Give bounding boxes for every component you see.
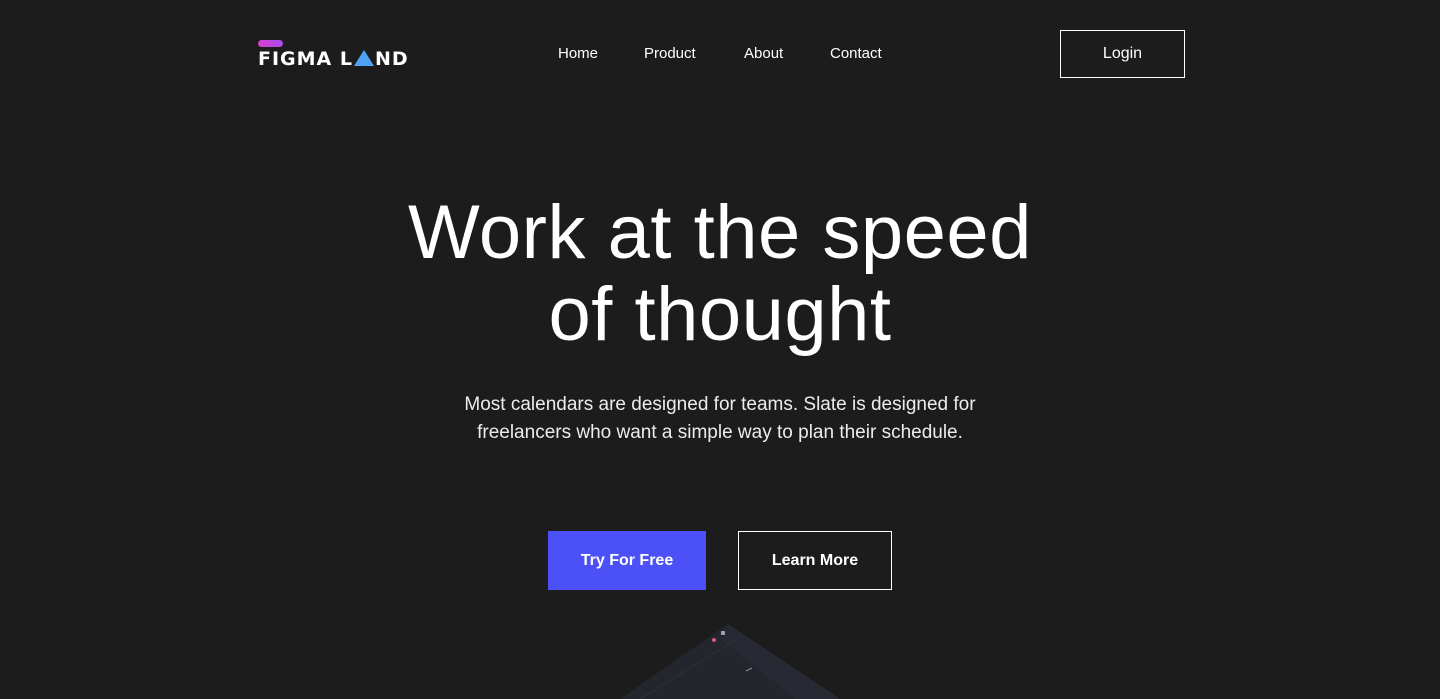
logo[interactable]: FIGMA L ND (258, 38, 418, 72)
nav-link-about[interactable]: About (744, 44, 783, 64)
hero-subtitle-line-1: Most calendars are designed for teams. S… (464, 394, 976, 415)
hero-title: Work at the speed of thought (0, 192, 1440, 356)
nav-link-contact[interactable]: Contact (830, 44, 882, 64)
login-button[interactable]: Login (1060, 30, 1185, 78)
pill-icon (258, 40, 283, 47)
preview-dot-icon (712, 638, 716, 642)
logo-wordmark: FIGMA L ND (258, 49, 409, 69)
logo-text-right: ND (374, 48, 409, 70)
landing-page: FIGMA L ND Home Product About Contact Log… (0, 0, 1440, 699)
hero-subtitle: Most calendars are designed for teams. S… (0, 391, 1440, 447)
learn-more-button[interactable]: Learn More (738, 531, 892, 590)
hero-title-line-1: Work at the speed (408, 190, 1032, 275)
preview-square-icon (721, 631, 725, 635)
hero-title-line-2: of thought (548, 272, 892, 357)
nav-link-home[interactable]: Home (558, 44, 598, 64)
triangle-icon (353, 50, 374, 66)
app-preview-graphic (620, 624, 840, 699)
nav-link-product[interactable]: Product (644, 44, 696, 64)
app-preview-image (620, 622, 840, 699)
try-for-free-button[interactable]: Try For Free (548, 531, 706, 590)
logo-text-left: FIGMA L (258, 48, 353, 70)
hero-subtitle-line-2: freelancers who want a simple way to pla… (477, 422, 963, 443)
